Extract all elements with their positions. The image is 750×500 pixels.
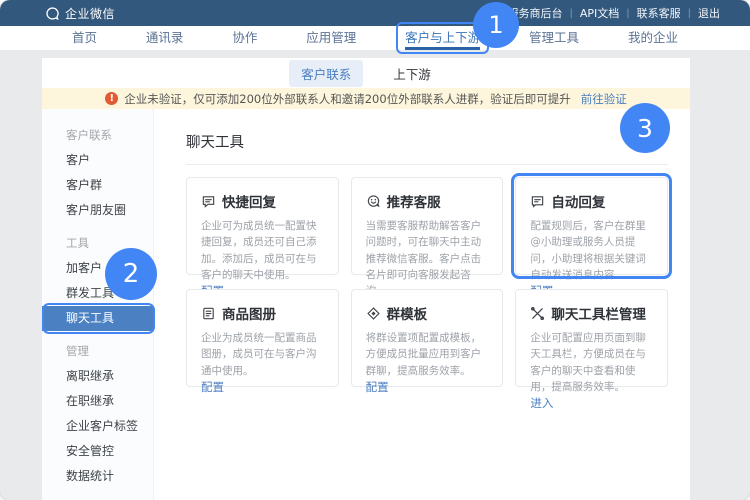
card-group-template: 群模板 将群设置项配置成模板，方便成员批量应用到客户群聊，提高服务效率。 配置	[351, 289, 504, 387]
annotation-step-2: 2	[105, 248, 157, 300]
enter-link[interactable]: 进入	[530, 395, 653, 411]
sidebar-item-corp-customer-tags[interactable]: 企业客户标签	[42, 414, 153, 439]
card-description: 企业为成员统一配置商品图册，成员可在与客户沟通中使用。	[201, 330, 324, 379]
card-title: 快捷回复	[222, 191, 276, 211]
sidebar-item-chat-tools[interactable]: 聊天工具	[42, 306, 153, 331]
card-head: 快捷回复	[201, 191, 324, 211]
card-product-catalog: 商品图册 企业为成员统一配置商品图册，成员可在与客户沟通中使用。 配置	[186, 289, 339, 387]
annotation-step-1: 1	[473, 2, 519, 48]
sidebar-item-data-statistics[interactable]: 数据统计	[42, 464, 153, 489]
card-head: 商品图册	[201, 303, 324, 323]
divider: |	[626, 8, 629, 19]
quick-reply-icon	[201, 194, 216, 209]
nav-item-collaboration[interactable]: 协作	[232, 26, 257, 50]
contact-support-link[interactable]: 联系客服	[637, 5, 681, 21]
card-quick-reply: 快捷回复 企业可为成员统一配置快捷回复，成员还可自己添加。添加后，成员可在与客户…	[186, 177, 339, 275]
sidebar-item-resigned-inheritance[interactable]: 离职继承	[42, 364, 153, 389]
verification-banner: ! 企业未验证，仅可添加200位外部联系人和邀请200位外部联系人进群，验证后即…	[42, 88, 690, 109]
divider: |	[688, 8, 691, 19]
wecom-bubble-icon	[45, 6, 60, 21]
annotation-step-3: 3	[620, 103, 670, 153]
card-description: 将群设置项配置成模板，方便成员批量应用到客户群聊，提高服务效率。	[366, 330, 489, 379]
wecom-admin-window: 企业微信 服务商后台 | API文档 | 联系客服 | 退出 首页 通讯录 协作…	[0, 0, 750, 500]
sidebar-item-customer-groups[interactable]: 客户群	[42, 173, 153, 198]
tool-cards: 快捷回复 企业可为成员统一配置快捷回复，成员还可自己添加。添加后，成员可在与客户…	[186, 177, 668, 387]
configure-link[interactable]: 配置	[366, 379, 489, 395]
card-head: 群模板	[366, 303, 489, 323]
card-head: 聊天工具栏管理	[530, 303, 653, 323]
content-row: 客户联系 客户 客户群 客户朋友圈 工具 加客户 群发工具 聊天工具 管理 离职…	[42, 109, 690, 500]
sidebar-header-customer-contact: 客户联系	[42, 123, 153, 148]
tab-customer-contact[interactable]: 客户联系	[289, 60, 363, 87]
card-title: 商品图册	[222, 303, 276, 323]
card-title: 群模板	[387, 303, 428, 323]
nav-item-contacts[interactable]: 通讯录	[146, 26, 184, 50]
go-verify-link[interactable]: 前往验证	[581, 91, 627, 107]
product-catalog-icon	[201, 306, 216, 321]
card-head: 自动回复	[530, 191, 653, 211]
sidebar-item-security-control[interactable]: 安全管控	[42, 439, 153, 464]
main-panel: 聊天工具 快捷回复 企业可为成员统一配置快捷回复，成员还可自己添加。添加后，成员…	[154, 109, 690, 500]
card-title: 推荐客服	[387, 191, 441, 211]
card-recommend-service: 推荐客服 当需要客服帮助解答客户问题时，可在聊天中主动推荐微信客服。客户点击名片…	[351, 177, 504, 275]
api-docs-link[interactable]: API文档	[580, 5, 619, 21]
toolbar-manage-icon	[530, 306, 545, 321]
group-template-icon	[366, 306, 381, 321]
nav-item-my-company[interactable]: 我的企业	[628, 26, 678, 50]
banner-text: 企业未验证，仅可添加200位外部联系人和邀请200位外部联系人进群，验证后即可提…	[124, 91, 570, 107]
card-description: 当需要客服帮助解答客户问题时，可在聊天中主动推荐微信客服。客户点击名片即可向客服…	[366, 218, 489, 299]
card-chat-toolbar-management: 聊天工具栏管理 企业可配置应用页面到聊天工具栏，方便成员在与客户的聊天中查看和使…	[515, 289, 668, 387]
topbar-links: 服务商后台 | API文档 | 联系客服 | 退出	[507, 5, 720, 21]
sidebar: 客户联系 客户 客户群 客户朋友圈 工具 加客户 群发工具 聊天工具 管理 离职…	[42, 109, 154, 500]
auto-reply-icon	[530, 194, 545, 209]
nav-item-label: 客户与上下游	[405, 30, 480, 45]
nav-item-app-management[interactable]: 应用管理	[306, 26, 356, 50]
topbar: 企业微信 服务商后台 | API文档 | 联系客服 | 退出	[0, 0, 750, 26]
page-title: 聊天工具	[186, 131, 668, 152]
title-divider	[186, 164, 668, 165]
configure-link[interactable]: 配置	[201, 379, 324, 395]
recommend-service-icon	[366, 194, 381, 209]
nav-item-home[interactable]: 首页	[72, 26, 97, 50]
divider: |	[569, 8, 572, 19]
logout-link[interactable]: 退出	[698, 5, 720, 21]
card-description: 企业可配置应用页面到聊天工具栏，方便成员在与客户的聊天中查看和使用，提高服务效率…	[530, 330, 653, 395]
warning-icon: !	[105, 92, 118, 105]
card-description: 配置规则后，客户在群里@小助理或服务人员提问，小助理将根据关键词自动发送消息内容…	[530, 218, 653, 283]
nav-item-customers-upstream-downstream[interactable]: 客户与上下游	[405, 26, 480, 50]
card-title: 自动回复	[551, 191, 605, 211]
nav-item-management-tools[interactable]: 管理工具	[529, 26, 579, 50]
card-auto-reply: 自动回复 配置规则后，客户在群里@小助理或服务人员提问，小助理将根据关键词自动发…	[515, 177, 668, 275]
sidebar-item-customer-moments[interactable]: 客户朋友圈	[42, 198, 153, 223]
sidebar-header-management: 管理	[42, 339, 153, 364]
card-description: 企业可为成员统一配置快捷回复，成员还可自己添加。添加后，成员可在与客户的聊天中使…	[201, 218, 324, 283]
tab-upstream-downstream[interactable]: 上下游	[381, 60, 443, 87]
sidebar-item-active-inheritance[interactable]: 在职继承	[42, 389, 153, 414]
card-head: 推荐客服	[366, 191, 489, 211]
card-title: 聊天工具栏管理	[551, 303, 646, 323]
sidebar-item-customers[interactable]: 客户	[42, 148, 153, 173]
secondary-tabs: 客户联系 上下游	[42, 58, 690, 88]
primary-nav: 首页 通讯录 协作 应用管理 客户与上下游 管理工具 我的企业	[0, 26, 750, 50]
sidebar-item-label: 聊天工具	[66, 311, 114, 325]
logo-text: 企业微信	[65, 5, 115, 22]
wecom-logo[interactable]: 企业微信	[45, 5, 115, 22]
